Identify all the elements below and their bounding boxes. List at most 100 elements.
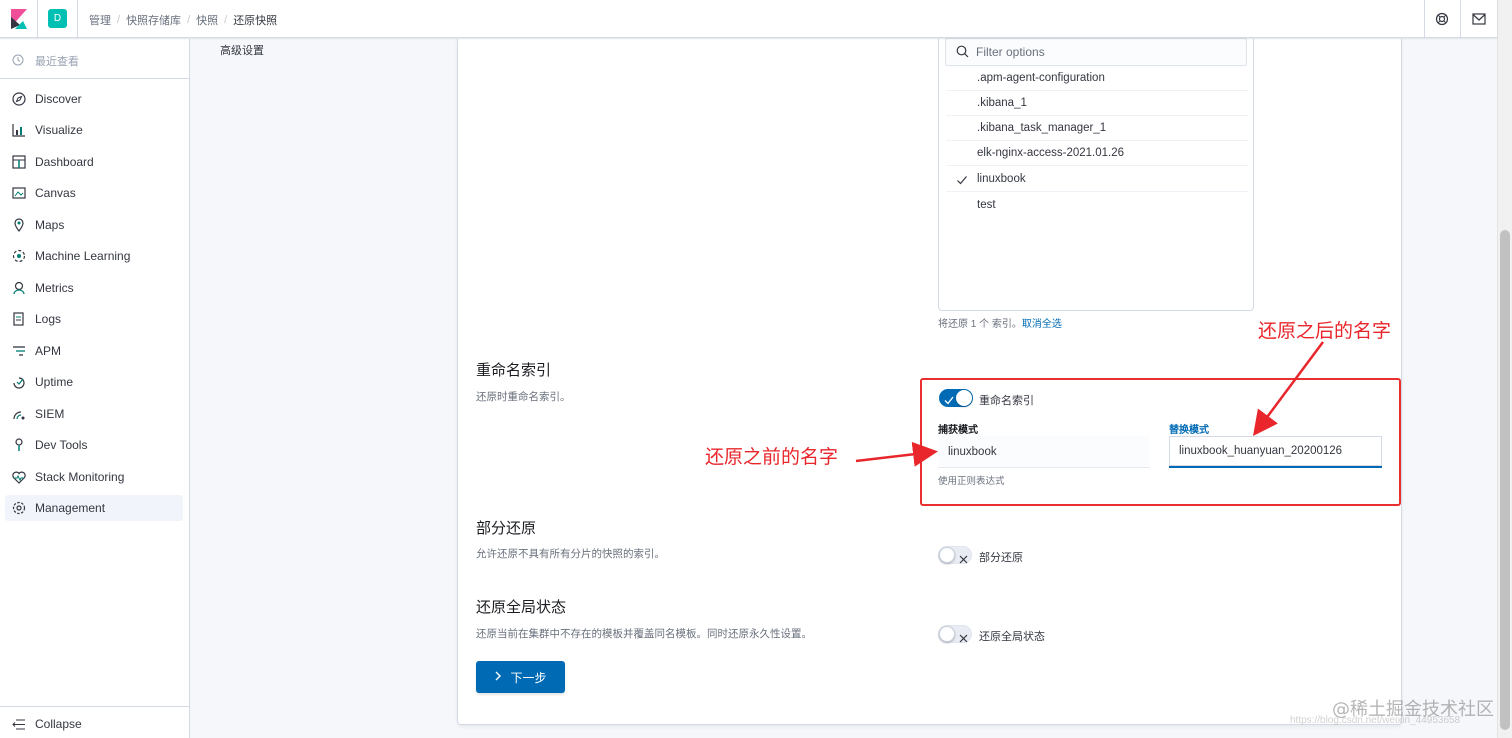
switch-knob (939, 547, 955, 563)
rename-section-title: 重命名索引 (476, 362, 552, 379)
dev-tools-icon (11, 437, 27, 453)
sidebar-item-label: Dev Tools (35, 438, 88, 452)
header-divider (37, 0, 38, 38)
subnav-advanced-settings[interactable]: 高级设置 (220, 42, 264, 58)
partial-restore-switch-label: 部分还原 (979, 552, 1023, 564)
sidebar-item-label: Metrics (35, 281, 74, 295)
partial-section-title: 部分还原 (476, 520, 537, 537)
filter-box (945, 38, 1247, 66)
cross-icon (959, 630, 968, 648)
apm-icon (11, 343, 27, 359)
sidebar-item-siem[interactable]: SIEM (5, 401, 183, 427)
side-navigation: 最近查看 Discover Visualize Dashboard Canvas… (0, 39, 190, 738)
header-divider (77, 0, 78, 38)
breadcrumb-management[interactable]: 管理 (89, 12, 111, 28)
annotation-highlight-box (920, 378, 1401, 506)
scrollbar-thumb[interactable] (1500, 230, 1510, 730)
top-header: D 管理 / 快照存储库 / 快照 / 还原快照 (0, 0, 1497, 38)
partial-restore-switch[interactable] (938, 546, 972, 564)
sidebar-item-label: Management (35, 501, 106, 515)
filter-options-input[interactable] (976, 40, 1236, 64)
check-icon (956, 173, 968, 185)
sidebar-item-stack-monitoring[interactable]: Stack Monitoring (5, 464, 183, 490)
index-option-label: .kibana_task_manager_1 (977, 122, 1107, 134)
sidebar-item-label: Logs (35, 312, 62, 326)
breadcrumb-repositories[interactable]: 快照存储库 (126, 12, 181, 28)
clock-icon (12, 53, 24, 71)
breadcrumb-snapshots[interactable]: 快照 (196, 12, 218, 28)
sidebar-item-maps[interactable]: Maps (5, 212, 183, 238)
sidebar-item-label: Stack Monitoring (35, 470, 125, 484)
help-icon[interactable] (1431, 8, 1453, 30)
index-option-label: .apm-agent-configuration (977, 72, 1105, 84)
mail-icon[interactable] (1468, 8, 1490, 30)
sidebar-item-metrics[interactable]: Metrics (5, 275, 183, 301)
annotation-before-name: 还原之前的名字 (705, 446, 839, 468)
sidebar-item-label: Maps (35, 218, 65, 232)
rename-section-description: 还原时重命名索引。 (476, 391, 571, 403)
sidebar-item-logs[interactable]: Logs (5, 306, 183, 332)
sidebar-item-label: SIEM (35, 407, 65, 421)
switch-knob (939, 626, 955, 642)
collapse-label: Collapse (35, 717, 82, 731)
next-step-label: 下一步 (510, 670, 547, 685)
index-option-label: elk-nginx-access-2021.01.26 (977, 147, 1125, 159)
index-option[interactable]: elk-nginx-access-2021.01.26 (946, 141, 1248, 166)
chart-icon (11, 122, 27, 138)
next-step-button[interactable]: 下一步 (476, 661, 565, 693)
global-state-switch-label: 还原全局状态 (979, 631, 1045, 643)
siem-icon (11, 406, 27, 422)
sidebar-item-label: Machine Learning (35, 249, 131, 263)
kibana-logo-icon[interactable] (11, 9, 27, 29)
logs-icon (11, 311, 27, 327)
index-option[interactable]: linuxbook (946, 167, 1248, 192)
recently-viewed-label: 最近查看 (35, 56, 79, 68)
machine-learning-icon (11, 248, 27, 264)
breadcrumb-separator: / (187, 14, 191, 26)
dashboard-icon (11, 154, 27, 170)
uptime-icon (11, 374, 27, 390)
gear-icon (11, 500, 27, 516)
sidebar-item-uptime[interactable]: Uptime (5, 369, 183, 395)
deselect-all-link[interactable]: 取消全选 (1022, 319, 1062, 330)
global-state-switch[interactable] (938, 625, 972, 643)
chevron-right-icon (494, 670, 502, 684)
global-state-section-title: 还原全局状态 (476, 599, 567, 616)
sidebar-item-visualize[interactable]: Visualize (5, 117, 183, 143)
sidebar-item-machine-learning[interactable]: Machine Learning (5, 243, 183, 269)
breadcrumb: 管理 / 快照存储库 / 快照 / 还原快照 (89, 12, 277, 28)
sidebar-item-label: Visualize (35, 123, 83, 137)
index-option-label: test (977, 199, 996, 211)
space-avatar[interactable]: D (48, 9, 67, 28)
sidebar-item-label: Uptime (35, 375, 74, 389)
sidebar-item-dashboard[interactable]: Dashboard (5, 149, 183, 175)
annotation-after-name: 还原之后的名字 (1258, 320, 1392, 342)
breadcrumb-restore-snapshot: 还原快照 (233, 15, 278, 27)
index-option[interactable]: .kibana_1 (946, 91, 1248, 116)
sidebar-item-management[interactable]: Management (5, 495, 183, 521)
sidebar-item-apm[interactable]: APM (5, 338, 183, 364)
collapse-left-icon (12, 717, 25, 735)
header-divider (1424, 0, 1425, 38)
map-pin-icon (11, 217, 27, 233)
sidebar-item-dev-tools[interactable]: Dev Tools (5, 432, 183, 458)
header-divider (1460, 0, 1461, 38)
index-option[interactable]: .apm-agent-configuration (946, 66, 1248, 91)
sidebar-item-canvas[interactable]: Canvas (5, 180, 183, 206)
index-option[interactable]: test (946, 193, 1248, 218)
selection-help: 将还原 1 个 索引。取消全选 (938, 315, 1062, 330)
partial-section-description: 允许还原不具有所有分片的快照的索引。 (476, 548, 665, 560)
breadcrumb-separator: / (224, 14, 228, 26)
breadcrumb-separator: / (117, 14, 121, 26)
recently-viewed[interactable]: 最近查看 (0, 39, 189, 79)
index-option[interactable]: .kibana_task_manager_1 (946, 116, 1248, 141)
monitoring-icon (11, 469, 27, 485)
sidebar-item-label: Discover (35, 92, 82, 106)
metrics-icon (11, 280, 27, 296)
watermark: @稀土掘金技术社区 (1332, 699, 1494, 720)
collapse-nav-button[interactable]: Collapse (0, 706, 189, 738)
global-state-section-description: 还原当前在集群中不存在的模板并覆盖同名模板。同时还原永久性设置。 (476, 628, 812, 640)
index-option-label: .kibana_1 (977, 97, 1027, 109)
compass-icon (11, 91, 27, 107)
sidebar-item-discover[interactable]: Discover (5, 86, 183, 112)
